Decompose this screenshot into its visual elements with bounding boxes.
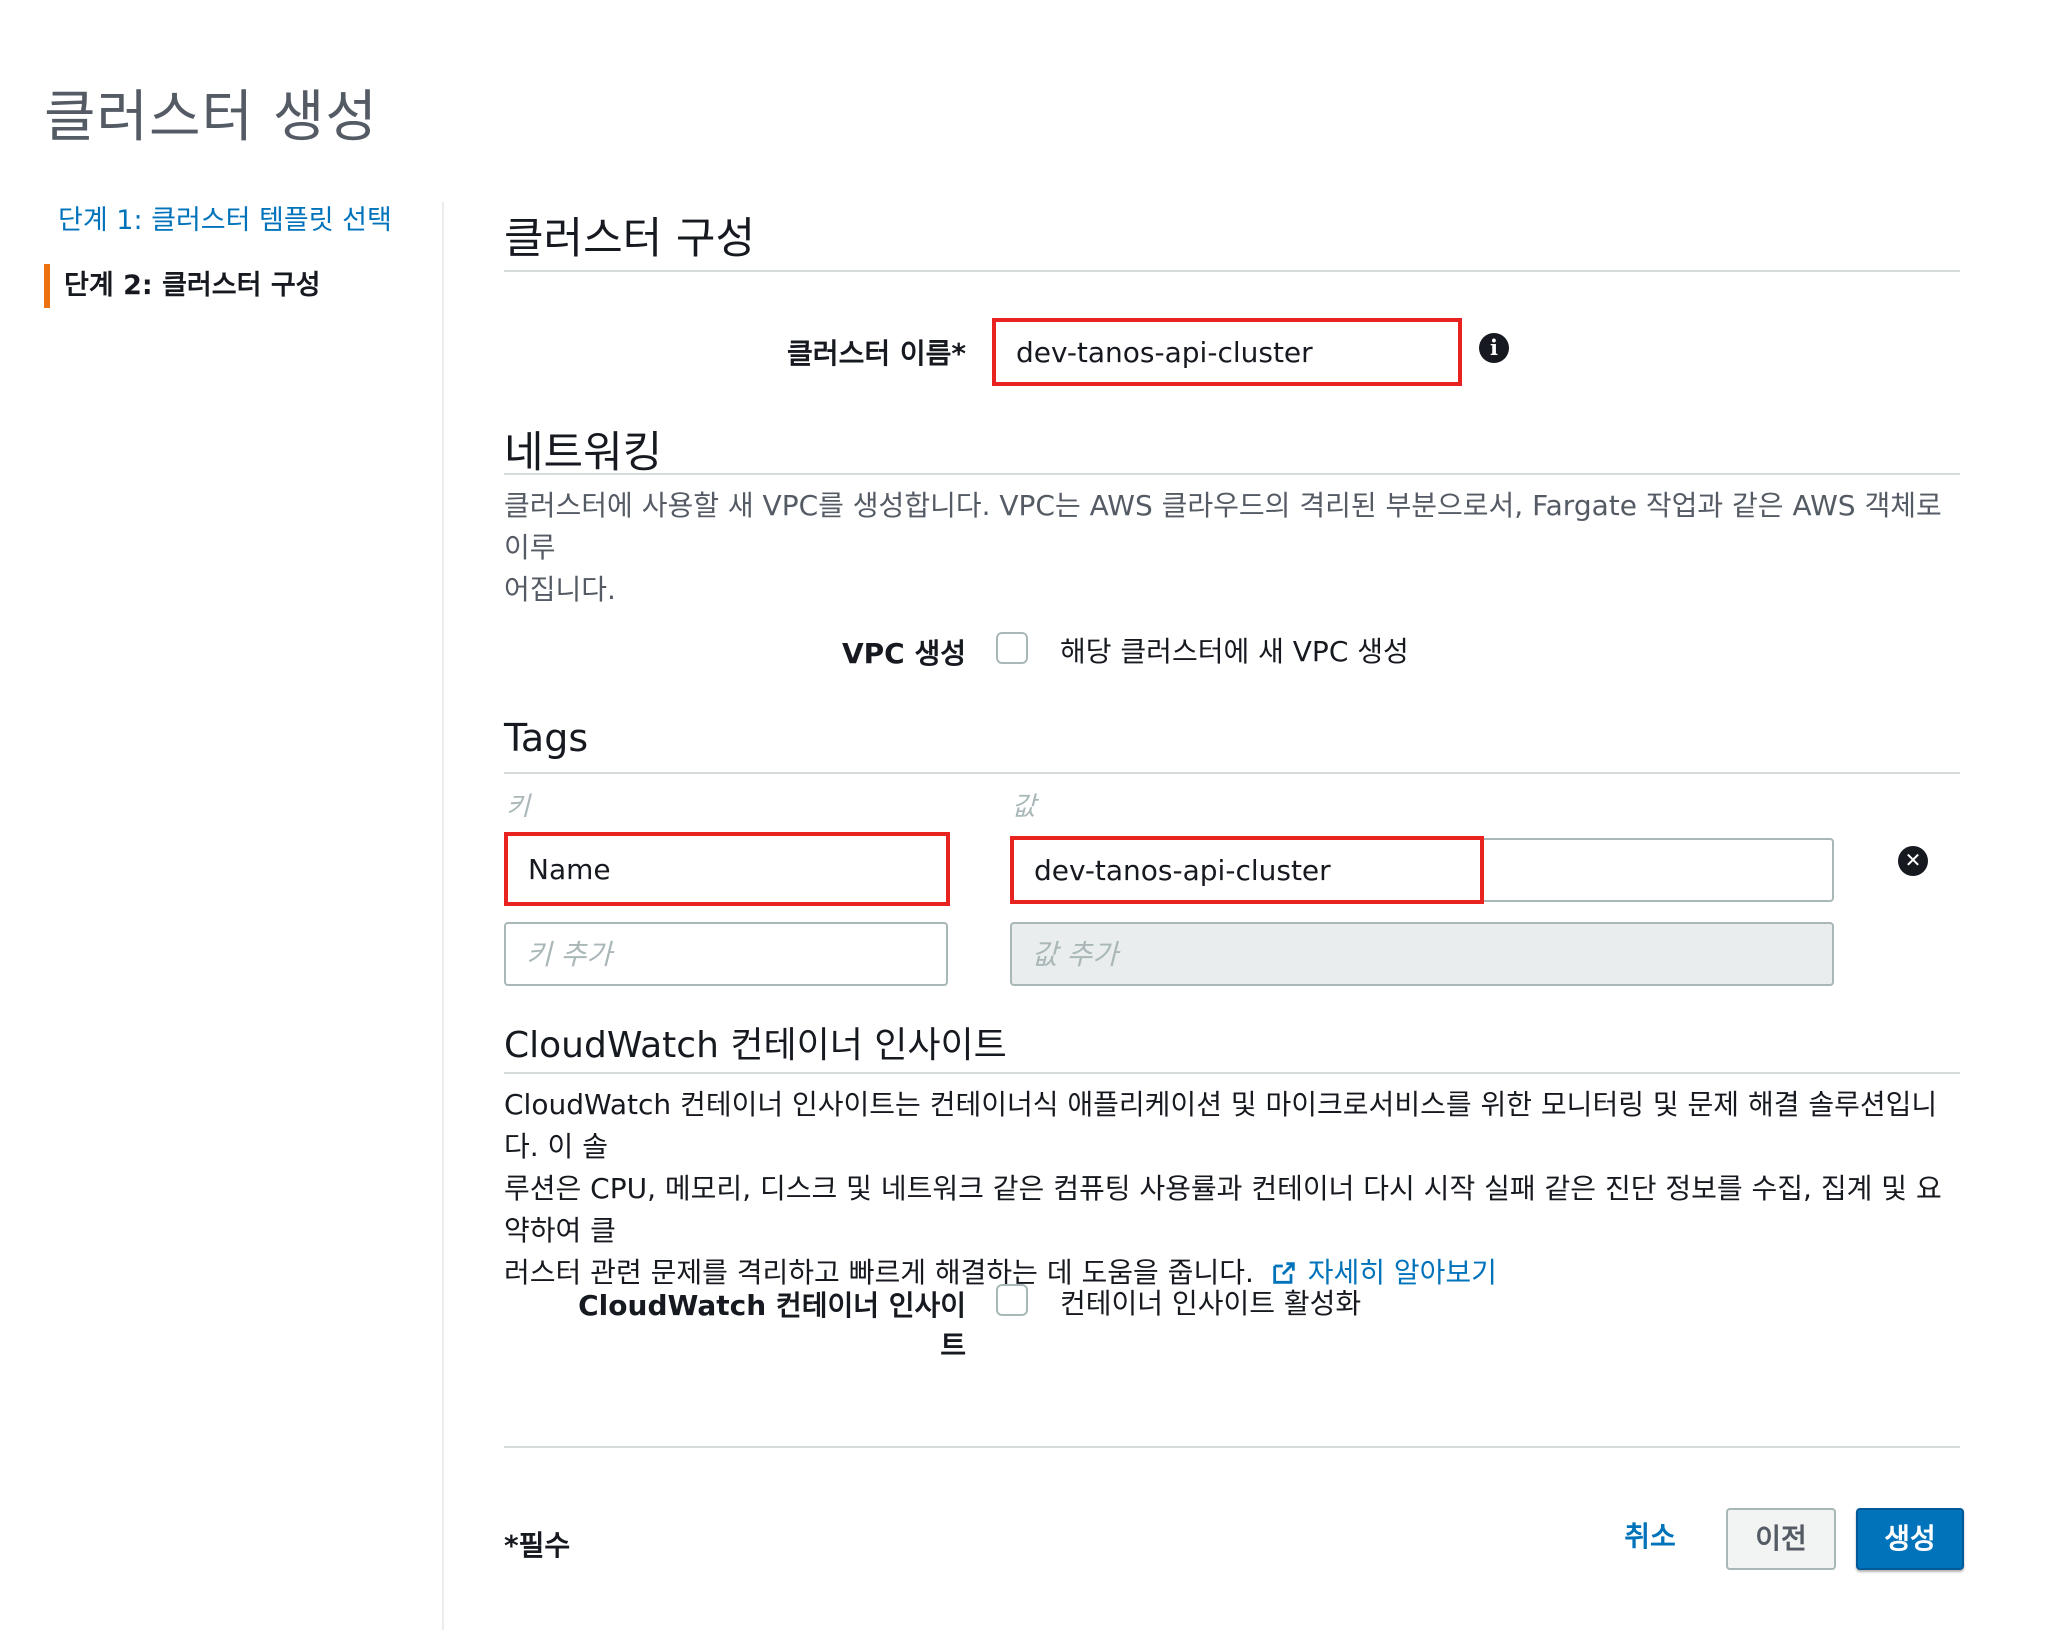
tags-heading: Tags	[504, 716, 589, 760]
networking-description: 클러스터에 사용할 새 VPC를 생성합니다. VPC는 AWS 클라우드의 격…	[504, 485, 1960, 611]
section-divider	[504, 772, 1960, 774]
previous-button[interactable]: 이전	[1726, 1508, 1836, 1570]
cloudwatch-description-line: 루션은 CPU, 메모리, 디스크 및 네트워크 같은 컴퓨팅 사용률과 컨테이…	[504, 1172, 1942, 1247]
networking-description-line: 어집니다.	[504, 573, 616, 606]
cloudwatch-description-line: CloudWatch 컨테이너 인사이트는 컨테이너식 애플리케이션 및 마이크…	[504, 1088, 1938, 1163]
container-insights-checkbox[interactable]	[996, 1284, 1028, 1316]
tag-key-input[interactable]	[504, 832, 950, 906]
cluster-name-input[interactable]	[992, 318, 1462, 386]
page-title: 클러스터 생성	[44, 85, 378, 150]
vpc-create-label: VPC 생성	[841, 637, 966, 670]
section-divider	[504, 1072, 1960, 1074]
cluster-config-heading: 클러스터 구성	[504, 214, 756, 264]
cloudwatch-description: CloudWatch 컨테이너 인사이트는 컨테이너식 애플리케이션 및 마이크…	[504, 1084, 1960, 1294]
vpc-create-checkbox[interactable]	[996, 632, 1028, 664]
networking-description-line: 클러스터에 사용할 새 VPC를 생성합니다. VPC는 AWS 클라우드의 격…	[504, 489, 1942, 564]
tag-value-input[interactable]	[1010, 836, 1484, 904]
info-icon[interactable]: i	[1479, 333, 1509, 363]
cloudwatch-heading: CloudWatch 컨테이너 인사이트	[504, 1025, 1007, 1066]
remove-tag-icon[interactable]: ✕	[1898, 846, 1928, 876]
add-tag-value-input	[1010, 922, 1834, 986]
footer-divider	[504, 1446, 1960, 1448]
sidebar-step-2-current: 단계 2: 클러스터 구성	[44, 264, 321, 308]
section-divider	[504, 270, 1960, 272]
tags-value-column-header: 값	[1012, 792, 1036, 822]
required-note: *필수	[504, 1529, 571, 1562]
container-insights-label: CloudWatch 컨테이너 인사이트	[578, 1289, 966, 1362]
create-button[interactable]: 생성	[1856, 1508, 1964, 1570]
tags-key-column-header: 키	[506, 792, 530, 822]
sidebar-step-1-link[interactable]: 단계 1: 클러스터 템플릿 선택	[58, 198, 392, 237]
networking-heading: 네트워킹	[504, 428, 663, 478]
vpc-create-checkbox-label[interactable]: 해당 클러스터에 새 VPC 생성	[1060, 630, 1409, 670]
container-insights-checkbox-label[interactable]: 컨테이너 인사이트 활성화	[1060, 1282, 1361, 1322]
sidebar-divider	[442, 202, 444, 1630]
add-tag-key-input[interactable]	[504, 922, 948, 986]
section-divider	[504, 473, 1960, 475]
cancel-button[interactable]: 취소	[1610, 1508, 1690, 1570]
cluster-name-label: 클러스터 이름*	[787, 337, 966, 370]
